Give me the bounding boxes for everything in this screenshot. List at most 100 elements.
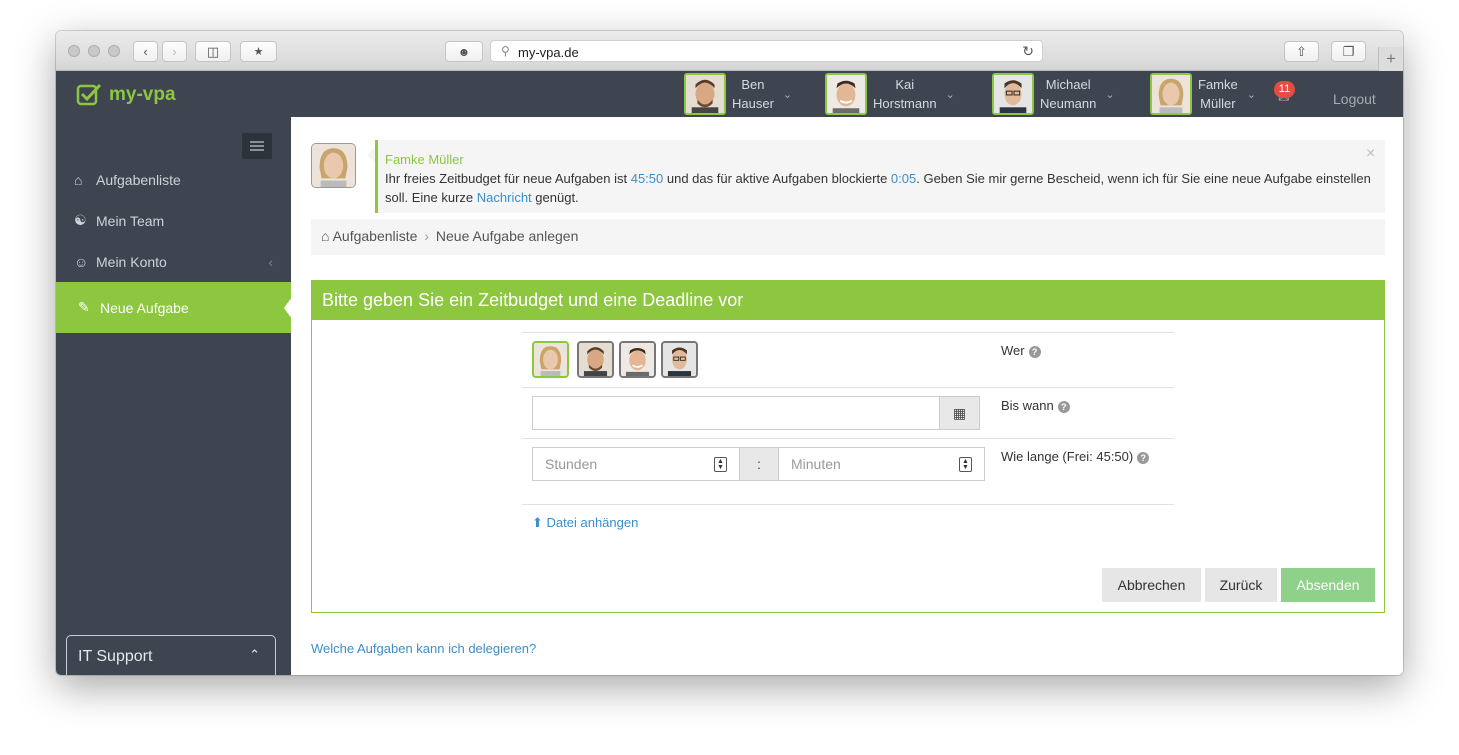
forward-icon[interactable]: › [162,41,187,62]
minutes-stepper-icon[interactable]: ▲ ▼ [959,457,972,472]
user-first-name: Ben [741,77,765,92]
help-icon[interactable]: ? [1028,346,1041,358]
user-last-name: Hauser [732,96,774,111]
pencil-icon: ✎ [78,299,90,315]
hours-stepper-icon[interactable]: ▲ ▼ [714,457,727,472]
home-icon: ⌂ [74,171,83,188]
logout-link[interactable]: Logout [1333,91,1376,107]
user-first-name: Kai [895,77,915,92]
assignee-kai[interactable] [619,341,656,378]
it-support-label: IT Support [78,648,153,665]
sidebar-item-label: Neue Aufgabe [100,299,189,316]
sidebar-item-mein-konto[interactable]: ☺ Mein Konto ‹ [56,241,291,282]
chevron-down-icon: ⌄ [945,88,955,101]
avatar [684,73,726,115]
avatar [1150,73,1192,115]
chevron-down-icon: ⌄ [1105,88,1115,101]
app-logo[interactable]: my-vpa [76,83,176,107]
search-icon: ⚲ [501,44,510,58]
sidebar: ⌂ Aufgabenliste ☯ Mein Team ☺ Mein Konto… [56,117,292,675]
attach-file-link[interactable]: ⬆ Datei anhängen [532,515,638,531]
avatar [992,73,1034,115]
team-icon: ☯ [74,212,87,228]
it-support-toggle[interactable]: IT Support ⌃ [66,635,276,675]
assignee-famke[interactable] [532,341,569,378]
tabs-icon[interactable]: ❐ [1331,41,1366,62]
message-link[interactable]: Nachricht [477,190,532,205]
logo-check-icon [76,83,102,106]
sidebar-item-mein-team[interactable]: ☯ Mein Team [56,200,291,241]
app-header: my-vpa Ben Hauser ⌄ Kai Horstmann ⌄ Michae… [56,71,1403,117]
assignee-michael[interactable] [661,341,698,378]
breadcrumb: ⌂ Aufgabenliste › Neue Aufgabe anlegen [311,219,1385,255]
panel-title: Bitte geben Sie ein Zeitbudget und eine … [312,281,1384,320]
main-content: Famke Müller Ihr freies Zeitbudget für n… [291,117,1403,675]
chevron-left-icon: ‹ [268,253,273,270]
new-tab-icon[interactable]: + [1378,47,1403,71]
hours-input[interactable]: Stunden ▲ ▼ [532,447,740,481]
deadline-input[interactable] [532,396,940,430]
upload-icon: ⬆ [532,515,543,530]
hours-placeholder: Stunden [545,456,598,472]
share-icon[interactable]: ⇧ [1284,41,1319,62]
chevron-down-icon: ⌄ [782,88,793,101]
delegation-help-link[interactable]: Welche Aufgaben kann ich delegieren? [311,641,536,656]
sidebar-item-label: Aufgabenliste [96,171,181,188]
time-separator: : [739,447,779,481]
address-bar[interactable]: ⚲ my-vpa.de ↻ [490,40,1043,62]
breadcrumb-current: Neue Aufgabe anlegen [435,228,579,244]
sidebar-item-label: Mein Team [96,212,165,229]
sidebar-toggle-icon[interactable]: ◫ [195,41,231,62]
help-icon[interactable]: ? [1057,401,1070,413]
user-icon: ☺ [74,253,89,270]
duration-label: Wie lange (Frei: 45:50)? [1001,449,1150,464]
bookmarks-icon[interactable]: ★ [240,41,277,62]
notification-badge[interactable]: 11 [1274,81,1295,98]
user-menu-ben[interactable]: Ben Hauser ⌄ [684,72,792,116]
until-label: Bis wann? [1001,398,1070,413]
help-icon[interactable]: ? [1137,452,1150,464]
reader-icon[interactable]: ☻ [445,41,483,62]
submit-button[interactable]: Absenden [1281,568,1375,602]
user-first-name: Famke [1198,77,1238,92]
logo-text: my-vpa [109,84,176,105]
close-icon[interactable]: × [1366,145,1375,163]
back-icon[interactable]: ‹ [133,41,158,62]
back-button[interactable]: Zurück [1205,568,1277,602]
user-last-name: Neumann [1040,96,1097,111]
reload-icon[interactable]: ↻ [1022,43,1034,60]
who-label: Wer? [1001,343,1041,358]
breadcrumb-separator-icon: › [424,228,429,244]
sidebar-item-label: Mein Konto [96,253,167,270]
minimize-window-dot[interactable] [88,45,100,57]
chevron-down-icon: ⌄ [1246,88,1256,101]
calendar-icon[interactable]: ▦ [939,396,980,430]
blocked-link[interactable]: 0:05 [891,171,916,186]
avatar [825,73,867,115]
assignee-ben[interactable] [577,341,614,378]
browser-titlebar: ‹ › ◫ ★ ☻ ⚲ my-vpa.de ↻ ⇧ ❐ + [56,31,1403,71]
message-sender: Famke Müller [385,152,464,167]
assistant-message: Famke Müller Ihr freies Zeitbudget für n… [367,140,1385,213]
user-menu-michael[interactable]: Michael Neumann ⌄ [992,72,1115,116]
sidebar-item-neue-aufgabe[interactable]: ✎ Neue Aufgabe [56,282,292,333]
breadcrumb-home[interactable]: Aufgabenliste [333,228,418,244]
budget-link[interactable]: 45:50 [631,171,664,186]
chevron-up-icon: ⌃ [249,647,260,662]
assistant-avatar [311,143,356,188]
home-icon: ⌂ [321,228,330,244]
close-window-dot[interactable] [68,45,80,57]
minutes-placeholder: Minuten [791,456,841,472]
sidebar-item-aufgabenliste[interactable]: ⌂ Aufgabenliste [56,159,291,200]
minutes-input[interactable]: Minuten ▲ ▼ [778,447,985,481]
new-task-panel: Bitte geben Sie ein Zeitbudget und eine … [311,280,1385,613]
user-last-name: Müller [1200,96,1236,111]
cancel-button[interactable]: Abbrechen [1102,568,1201,602]
user-menu-famke[interactable]: Famke Müller ⌄ [1150,72,1256,116]
menu-toggle-icon[interactable] [242,133,272,159]
user-menu-kai[interactable]: Kai Horstmann ⌄ [825,72,955,116]
url-text: my-vpa.de [518,45,579,60]
user-first-name: Michael [1045,77,1091,92]
zoom-window-dot[interactable] [108,45,120,57]
message-body: Ihr freies Zeitbudget für neue Aufgaben … [385,171,1371,205]
